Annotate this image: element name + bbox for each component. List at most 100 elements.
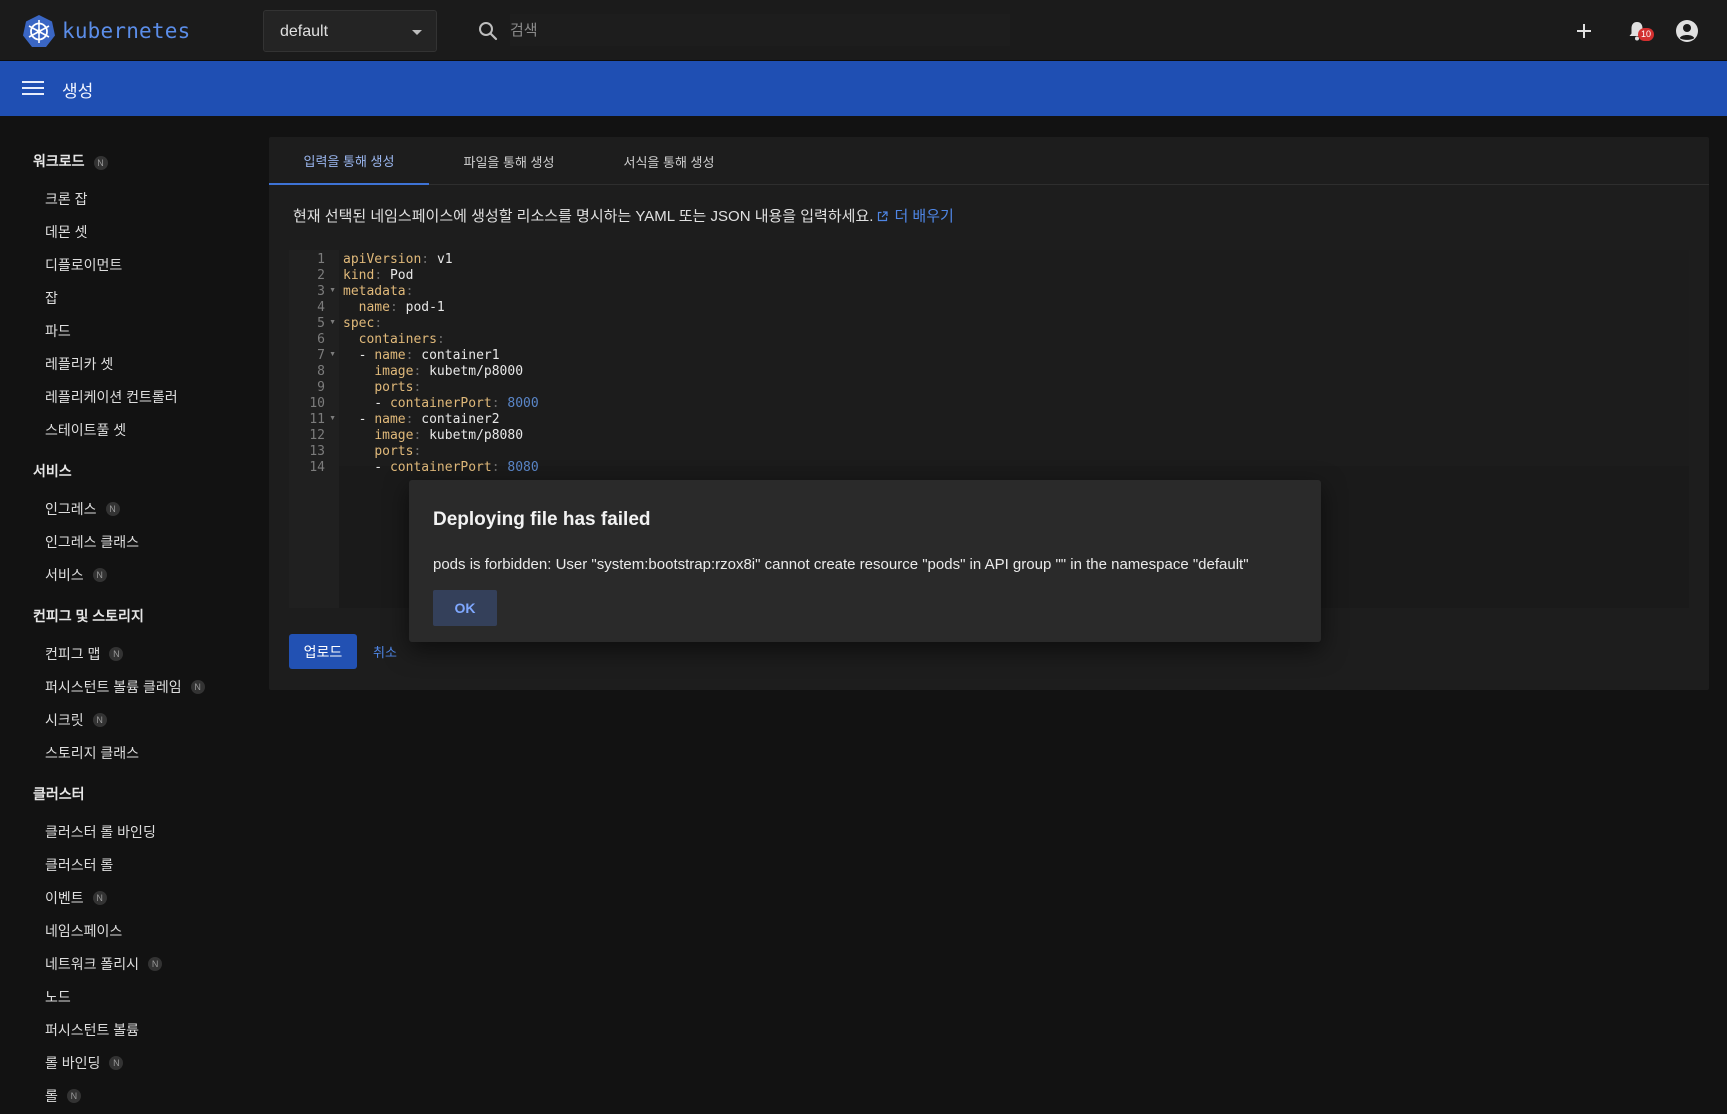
ok-button[interactable]: OK [433,590,497,626]
namespaced-badge: N [92,713,107,727]
code-line: name: pod-1 [358,300,445,315]
namespaced-badge: N [190,680,205,694]
sidebar-item-deployments[interactable]: 디플로이먼트 [45,255,122,275]
sidebar-section-services[interactable]: 서비스 [33,461,72,481]
sidebar-item-label: 롤 [45,1088,58,1104]
top-bar: kubernetes default 10 [0,0,1727,61]
line-number: 6 [317,332,325,347]
description-text: 현재 선택된 네임스페이스에 생성할 리소스를 명시하는 YAML 또는 JSO… [293,208,874,225]
search-input[interactable] [510,14,1010,46]
sidebar-section-cluster[interactable]: 클러스터 [33,784,85,804]
sidebar-section-config[interactable]: 컨피그 및 스토리지 [33,606,144,626]
dialog-message: pods is forbidden: User "system:bootstra… [433,556,1249,573]
sidebar-item-label: 스테이트풀 셋 [45,422,127,438]
notification-count-badge: 10 [1638,28,1654,41]
code-line: ports: [374,444,422,459]
sidebar-item-label: 데몬 셋 [45,224,88,240]
notifications-button[interactable]: 10 [1624,18,1654,44]
namespaced-badge: N [109,647,124,661]
learn-more-link[interactable]: 더 배우기 [894,208,953,225]
sidebar-item-clusterrolebindings[interactable]: 클러스터 롤 바인딩 [45,822,156,842]
sidebar-item-nodes[interactable]: 노드 [45,987,71,1007]
line-number: 5 [317,316,325,331]
search-icon[interactable] [476,19,500,43]
line-number: 10 [309,396,325,411]
sidebar-item-label: 레플리카 셋 [45,356,114,372]
line-number: 13 [309,444,325,459]
menu-icon[interactable] [22,78,44,98]
sidebar-item-ingressclasses[interactable]: 인그레스 클래스 [45,532,139,552]
sidebar-item-rolebindings[interactable]: 롤 바인딩 N [45,1053,124,1073]
kubernetes-helm-icon [23,15,55,47]
sidebar-section-label: 클러스터 [33,786,85,802]
sidebar-item-label: 롤 바인딩 [45,1055,101,1071]
sidebar-section-label: 컨피그 및 스토리지 [33,608,144,624]
fold-icon[interactable]: ▼ [329,287,336,294]
code-line: - name: container2 [343,412,500,427]
namespaced-badge: N [66,1089,81,1103]
sidebar-item-label: 스토리지 클래스 [45,745,140,761]
sidebar-item-namespaces[interactable]: 네임스페이스 [45,921,122,941]
sidebar-item-persistentvolumes[interactable]: 퍼시스턴트 볼륨 [45,1020,139,1040]
fold-icon[interactable]: ▼ [329,415,336,422]
sidebar-section-label: 서비스 [33,463,72,479]
line-number: 11 [309,412,325,427]
sidebar-item-storageclasses[interactable]: 스토리지 클래스 [45,743,139,763]
code-line: spec: [343,316,383,331]
cancel-button[interactable]: 취소 [373,634,397,669]
sidebar-item-services[interactable]: 서비스 N [45,565,107,585]
sidebar-section-workloads[interactable]: 워크로드 N [33,151,108,171]
sidebar-item-label: 인그레스 [45,501,97,517]
external-link-icon [878,211,889,222]
sidebar-item-daemonsets[interactable]: 데몬 셋 [45,222,88,242]
plus-icon[interactable] [1571,18,1597,44]
page-title: 생성 [62,82,94,101]
sidebar-item-clusterroles[interactable]: 클러스터 롤 [45,855,113,875]
sidebar-section-label: 워크로드 [33,153,85,169]
sidebar-item-cronjobs[interactable]: 크론 잡 [45,189,88,209]
fold-icon[interactable]: ▼ [329,351,336,358]
dialog-title: Deploying file has failed [433,509,651,530]
code-line: image: kubetm/p8080 [374,428,524,443]
sidebar-item-secrets[interactable]: 시크릿 N [45,710,107,730]
sidebar-item-statefulsets[interactable]: 스테이트풀 셋 [45,420,126,440]
tab-label: 입력을 통해 생성 [303,153,395,169]
line-number: 4 [317,300,325,315]
line-number: 14 [309,460,325,475]
sidebar-item-pods[interactable]: 파드 [45,321,71,341]
sidebar: 워크로드 N 크론 잡 데몬 셋 디플로이먼트 잡 파드 레플리카 셋 레플리케이… [0,116,248,1114]
sidebar-item-label: 잡 [45,290,58,306]
sidebar-item-replicationcontrollers[interactable]: 레플리케이션 컨트롤러 [45,387,178,407]
tab-create-from-form[interactable]: 서식을 통해 생성 [589,137,749,185]
line-number: 1 [317,252,325,267]
namespaced-badge: N [93,156,108,170]
sidebar-item-ingresses[interactable]: 인그레스 N [45,499,120,519]
sidebar-item-label: 디플로이먼트 [45,257,123,273]
sidebar-item-label: 노드 [45,989,71,1005]
code-area[interactable]: apiVersion: v1 kind: Pod metadata: name: p… [339,250,1689,475]
sidebar-item-networkpolicies[interactable]: 네트워크 폴리시 N [45,954,163,974]
fold-icon[interactable]: ▼ [329,319,336,326]
code-line: containers: [358,332,445,347]
kubernetes-logo[interactable]: kubernetes [22,14,190,48]
sidebar-item-jobs[interactable]: 잡 [45,288,58,308]
sidebar-item-label: 인그레스 클래스 [45,534,140,550]
namespace-select[interactable]: default [263,10,437,52]
sidebar-item-label: 퍼시스턴트 볼륨 [45,1022,140,1038]
sidebar-item-pvcs[interactable]: 퍼시스턴트 볼륨 클레임 N [45,677,205,697]
sidebar-item-replicasets[interactable]: 레플리카 셋 [45,354,113,374]
line-number: 9 [317,380,325,395]
sidebar-item-events[interactable]: 이벤트 N [45,888,107,908]
sidebar-item-label: 파드 [45,323,71,339]
code-line: kind: Pod [343,268,414,283]
line-number: 2 [317,268,325,283]
upload-button[interactable]: 업로드 [289,634,357,669]
page-header: 생성 [0,61,1727,116]
sidebar-item-roles[interactable]: 롤N [45,1086,81,1106]
line-number: 12 [309,428,325,443]
account-icon[interactable] [1674,18,1700,44]
sidebar-item-configmaps[interactable]: 컨피그 맵 N [45,644,124,664]
tab-create-from-input[interactable]: 입력을 통해 생성 [269,137,429,185]
tab-create-from-file[interactable]: 파일을 통해 생성 [429,137,589,185]
namespaced-badge: N [92,891,107,905]
